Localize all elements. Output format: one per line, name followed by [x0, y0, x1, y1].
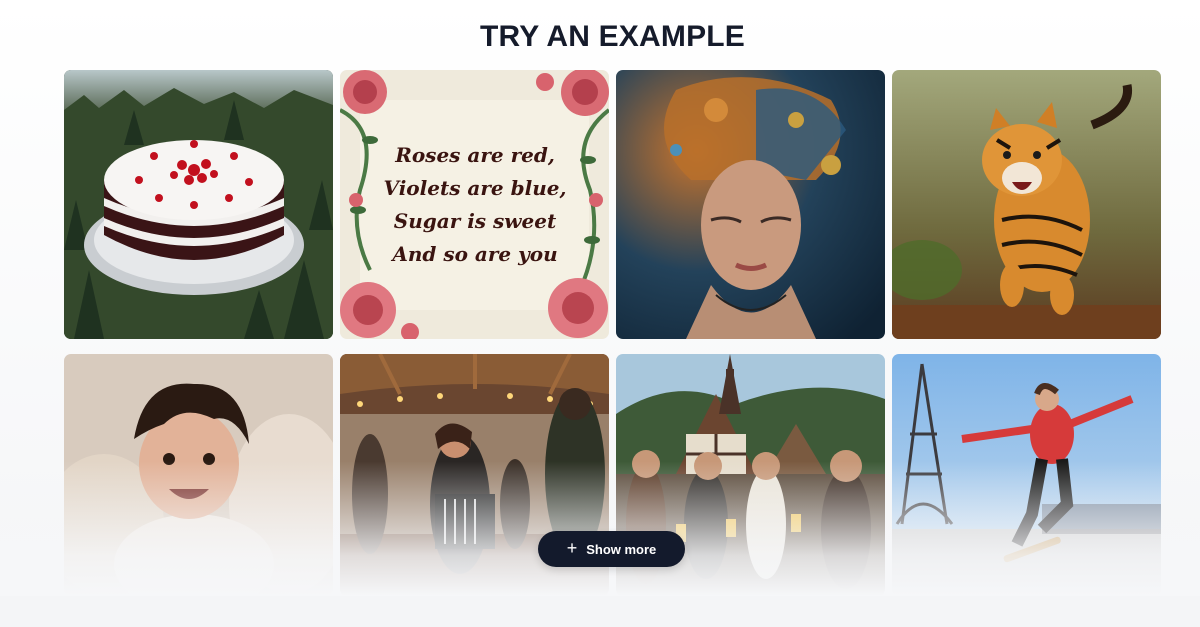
page-bottom-band [0, 596, 1200, 627]
tiger-image [892, 70, 1161, 339]
show-more-label: Show more [586, 541, 657, 557]
poem-line-2: Violets are blue, [384, 176, 567, 200]
example-tile-baby[interactable] [64, 354, 333, 596]
portrait-image [616, 70, 885, 339]
show-more-button[interactable]: + Show more [538, 531, 685, 567]
example-tile-skater[interactable] [892, 354, 1161, 596]
poem-card-image: Roses are red, Violets are blue, Sugar i… [340, 70, 609, 339]
poem-line-3: Sugar is sweet [394, 209, 557, 233]
skater-image [892, 354, 1161, 596]
poem-line-1: Roses are red, [394, 143, 555, 167]
example-tile-poem[interactable]: Roses are red, Violets are blue, Sugar i… [340, 70, 609, 339]
example-tile-tiger[interactable] [892, 70, 1161, 339]
plus-icon: + [566, 538, 578, 558]
example-grid: Roses are red, Violets are blue, Sugar i… [64, 70, 1161, 596]
cake-image [64, 70, 333, 339]
example-tile-cake[interactable] [64, 70, 333, 339]
poem-line-4: And so are you [390, 242, 557, 266]
example-tile-portrait[interactable] [616, 70, 885, 339]
baby-image [64, 354, 333, 596]
page-title: TRY AN EXAMPLE [479, 20, 746, 53]
